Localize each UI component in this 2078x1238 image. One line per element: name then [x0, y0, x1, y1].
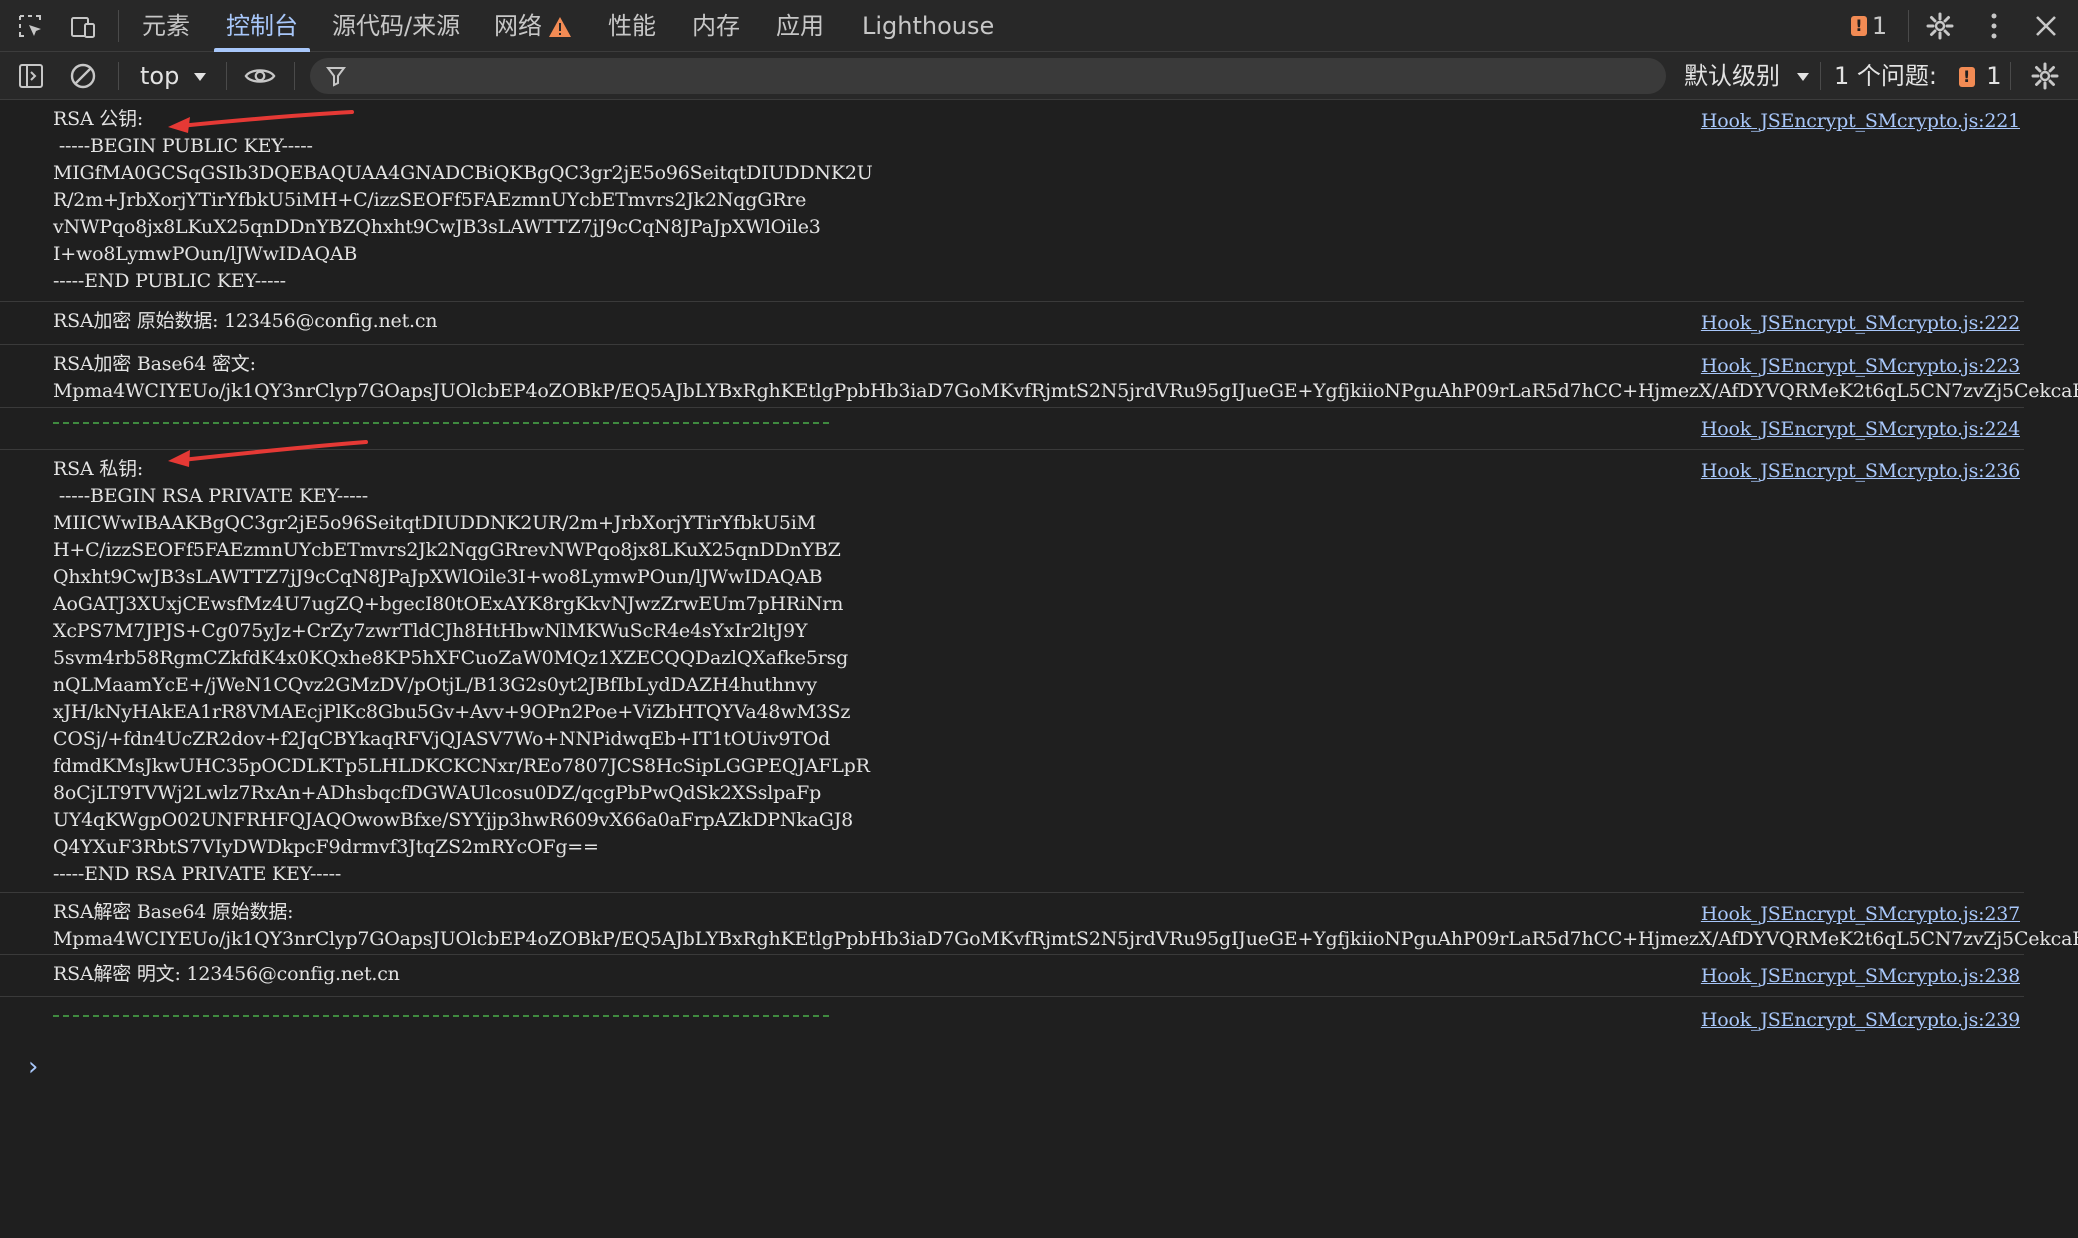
tab-performance[interactable]: 性能: [608, 0, 656, 52]
tab-application[interactable]: 应用: [776, 0, 824, 52]
console-message-decrypt-input: RSA解密 Base64 原始数据: Mpma4WCIYEUo/jk1QY3nr…: [0, 893, 2078, 955]
dashed-separator-line: [53, 422, 829, 424]
tab-elements[interactable]: 元素: [142, 0, 190, 52]
context-selector-value: top: [140, 62, 180, 90]
log-levels-dropdown[interactable]: 默认级别: [1684, 58, 1810, 94]
sidebar-toggle-icon[interactable]: [16, 61, 46, 91]
warning-icon: [549, 17, 571, 37]
chevron-down-icon: [1796, 73, 1809, 81]
source-link[interactable]: Hook_JSEncrypt_SMcrypto.js:221: [1701, 108, 2020, 135]
message-text: RSA 私钥: -----BEGIN RSA PRIVATE KEY----- …: [53, 458, 870, 885]
tab-console[interactable]: 控制台: [214, 0, 310, 52]
issues-label: 1 个问题:: [1834, 62, 1937, 90]
filter-input[interactable]: [360, 62, 1644, 92]
tab-memory[interactable]: 内存: [692, 0, 740, 52]
clear-console-icon[interactable]: [68, 61, 98, 91]
console-message-decrypt-output: RSA解密 明文: 123456@config.net.cn Hook_JSEn…: [0, 955, 2024, 997]
devtools-tab-bar: 元素 控制台 源代码/来源 网络 性能 内存 应用 Lighthouse ! 1: [0, 0, 2078, 52]
console-message-encrypt-input: RSA加密 原始数据: 123456@config.net.cn Hook_JS…: [0, 302, 2024, 345]
log-levels-value: 默认级别: [1684, 62, 1780, 90]
console-message-private-key: RSA 私钥: -----BEGIN RSA PRIVATE KEY----- …: [0, 450, 2024, 893]
more-options-icon[interactable]: [1978, 10, 2010, 42]
console-toolbar: top 默认级别 1 个问题: ! 1: [0, 52, 2078, 100]
red-arrow-annotation-icon: [168, 110, 354, 133]
live-expression-eye-icon[interactable]: [244, 61, 276, 91]
source-link[interactable]: Hook_JSEncrypt_SMcrypto.js:236: [1701, 458, 2020, 485]
source-link[interactable]: Hook_JSEncrypt_SMcrypto.js:237: [1701, 901, 2020, 928]
close-icon[interactable]: [2030, 10, 2062, 42]
message-text: RSA加密 原始数据: 123456@config.net.cn: [53, 310, 438, 332]
tab-lighthouse[interactable]: Lighthouse: [862, 0, 994, 52]
issue-flag-icon: !: [1958, 67, 1975, 87]
issues-count: 1: [1986, 62, 2002, 90]
device-toolbar-icon[interactable]: [68, 12, 98, 42]
issues-counter-value: 1: [1871, 12, 1888, 40]
filter-icon: [326, 67, 346, 87]
source-link[interactable]: Hook_JSEncrypt_SMcrypto.js:239: [1701, 1007, 2020, 1034]
inspect-element-icon[interactable]: [16, 12, 46, 42]
issues-button[interactable]: 1 个问题: ! 1: [1834, 58, 2002, 94]
source-link[interactable]: Hook_JSEncrypt_SMcrypto.js:224: [1701, 416, 2020, 443]
tab-network-label: 网络: [494, 12, 542, 40]
console-messages: RSA 公钥: -----BEGIN PUBLIC KEY----- MIGfM…: [0, 100, 2078, 1238]
source-link[interactable]: Hook_JSEncrypt_SMcrypto.js:238: [1701, 963, 2020, 990]
message-text: RSA解密 明文: 123456@config.net.cn: [53, 963, 400, 985]
context-selector[interactable]: top: [140, 58, 207, 94]
console-settings-gear-icon[interactable]: [2030, 61, 2060, 91]
console-prompt-chevron-icon[interactable]: ›: [28, 1052, 38, 1082]
issue-flag-icon: !: [1850, 16, 1867, 36]
tab-sources[interactable]: 源代码/来源: [332, 0, 460, 52]
console-message-encrypt-output: RSA加密 Base64 密文: Mpma4WCIYEUo/jk1QY3nrCl…: [0, 345, 2078, 408]
tab-network[interactable]: 网络: [494, 0, 572, 52]
red-arrow-annotation-icon: [168, 440, 368, 467]
console-message-separator: Hook_JSEncrypt_SMcrypto.js:239: [0, 997, 2024, 1039]
settings-gear-icon[interactable]: [1924, 10, 1956, 42]
filter-box: [310, 58, 1666, 94]
dashed-separator-line: [53, 1015, 829, 1017]
chevron-down-icon: [193, 73, 206, 81]
issues-counter-button[interactable]: ! 1: [1848, 10, 1890, 42]
source-link[interactable]: Hook_JSEncrypt_SMcrypto.js:222: [1701, 310, 2020, 337]
source-link[interactable]: Hook_JSEncrypt_SMcrypto.js:223: [1701, 353, 2020, 380]
